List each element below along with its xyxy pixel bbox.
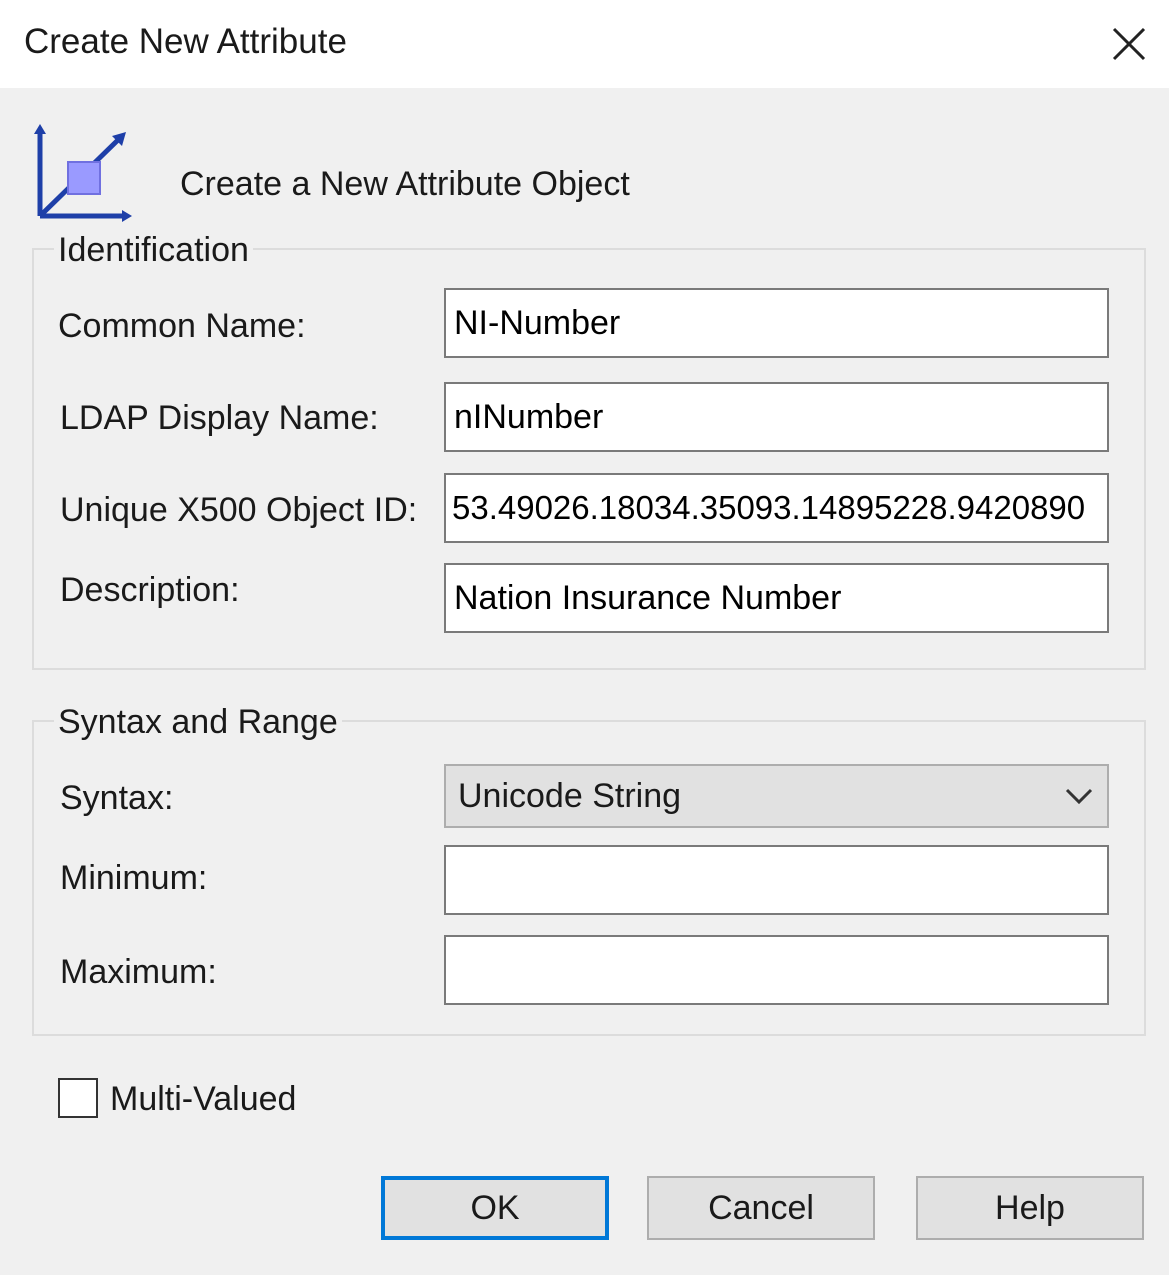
title-bar: Create New Attribute: [0, 0, 1169, 88]
object-id-label: Unique X500 Object ID:: [60, 490, 417, 530]
minimum-input[interactable]: [444, 845, 1109, 915]
ldap-display-name-label: LDAP Display Name:: [60, 398, 379, 438]
multi-valued-checkbox[interactable]: [58, 1078, 98, 1118]
syntax-selected-value: Unicode String: [446, 777, 1051, 816]
maximum-input[interactable]: [444, 935, 1109, 1005]
common-name-label: Common Name:: [58, 306, 306, 346]
attribute-object-icon: [28, 124, 136, 226]
close-icon: [1112, 27, 1146, 61]
ldap-display-name-input[interactable]: [444, 382, 1109, 452]
syntax-select[interactable]: Unicode String: [444, 764, 1109, 828]
ok-button[interactable]: OK: [381, 1176, 609, 1240]
header-text: Create a New Attribute Object: [180, 162, 630, 206]
chevron-down-icon: [1051, 788, 1107, 804]
syntax-label: Syntax:: [60, 778, 173, 818]
object-id-input[interactable]: [444, 473, 1109, 543]
description-label: Description:: [60, 570, 240, 610]
common-name-input[interactable]: [444, 288, 1109, 358]
syntax-range-legend: Syntax and Range: [54, 702, 342, 742]
multi-valued-label[interactable]: Multi-Valued: [110, 1078, 296, 1120]
identification-legend: Identification: [54, 230, 253, 270]
maximum-label: Maximum:: [60, 952, 217, 992]
help-button[interactable]: Help: [916, 1176, 1144, 1240]
window-title: Create New Attribute: [24, 20, 347, 64]
cancel-button[interactable]: Cancel: [647, 1176, 875, 1240]
description-input[interactable]: [444, 563, 1109, 633]
close-button[interactable]: [1089, 0, 1169, 88]
minimum-label: Minimum:: [60, 858, 207, 898]
